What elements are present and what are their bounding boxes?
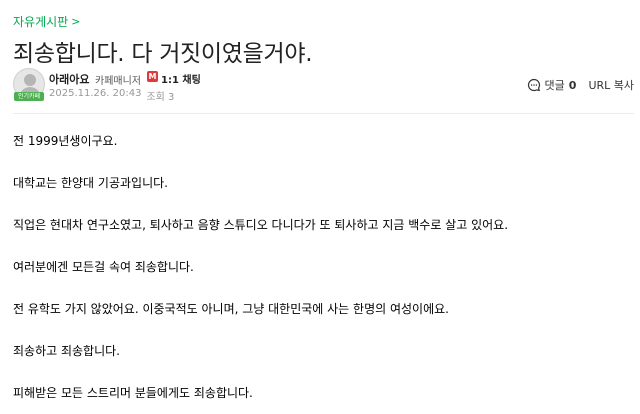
comment-button[interactable]: 댓글 0 [527, 77, 577, 93]
author-role: 카페매니저 [95, 76, 141, 87]
comment-count: 0 [568, 78, 577, 92]
chat-button[interactable]: 1:1 채팅 [161, 71, 201, 86]
chevron-right-icon: > [71, 15, 81, 28]
content-paragraph: 죄송하고 죄송합니다. [13, 344, 120, 358]
content-paragraph: 직업은 현대차 연구소였고, 퇴사하고 음향 스튜디오 다니다가 또 퇴사하고 … [13, 218, 509, 232]
post-meta: 2025.11.26. 20:43 조회 3 [49, 88, 174, 103]
post-date: 2025.11.26. 20:43 [49, 88, 142, 99]
post-views: 조회 3 [146, 92, 175, 103]
post-title: 죄송합니다. 다 거짓이였을거야. [13, 41, 313, 67]
board-name[interactable]: 자유게시판 [13, 13, 68, 30]
post-content: 전 1999년생이구요. 대학교는 한양대 기공과입니다. 직업은 현대차 연구… [13, 133, 634, 414]
content-paragraph: 전 유학도 가지 않았어요. 이중국적도 아니며, 그냥 대한민국에 사는 한명… [13, 302, 449, 316]
divider [13, 113, 634, 114]
content-paragraph: 전 1999년생이구요. [13, 134, 118, 148]
content-paragraph: 여러분에겐 모든걸 속여 죄송합니다. [13, 260, 194, 274]
url-copy-button[interactable]: URL 복사 [588, 77, 634, 93]
comment-label: 댓글 [544, 79, 565, 92]
avatar-badge: 인기카페 [14, 92, 44, 101]
manager-icon: M [147, 71, 158, 82]
author-name[interactable]: 아래아요 [49, 71, 89, 87]
board-link[interactable]: 자유게시판 > [13, 13, 80, 30]
avatar[interactable]: 인기카페 [13, 68, 45, 102]
comment-icon [527, 78, 540, 92]
post-actions: 댓글 0 URL 복사 [527, 77, 634, 93]
content-paragraph: 대학교는 한양대 기공과입니다. [13, 176, 168, 190]
content-paragraph: 피해받은 모든 스트리머 분들에게도 죄송합니다. [13, 386, 253, 400]
author-row: 인기카페 아래아요 카페매니저 M 1:1 채팅 2025.11.26. 20:… [13, 68, 634, 104]
